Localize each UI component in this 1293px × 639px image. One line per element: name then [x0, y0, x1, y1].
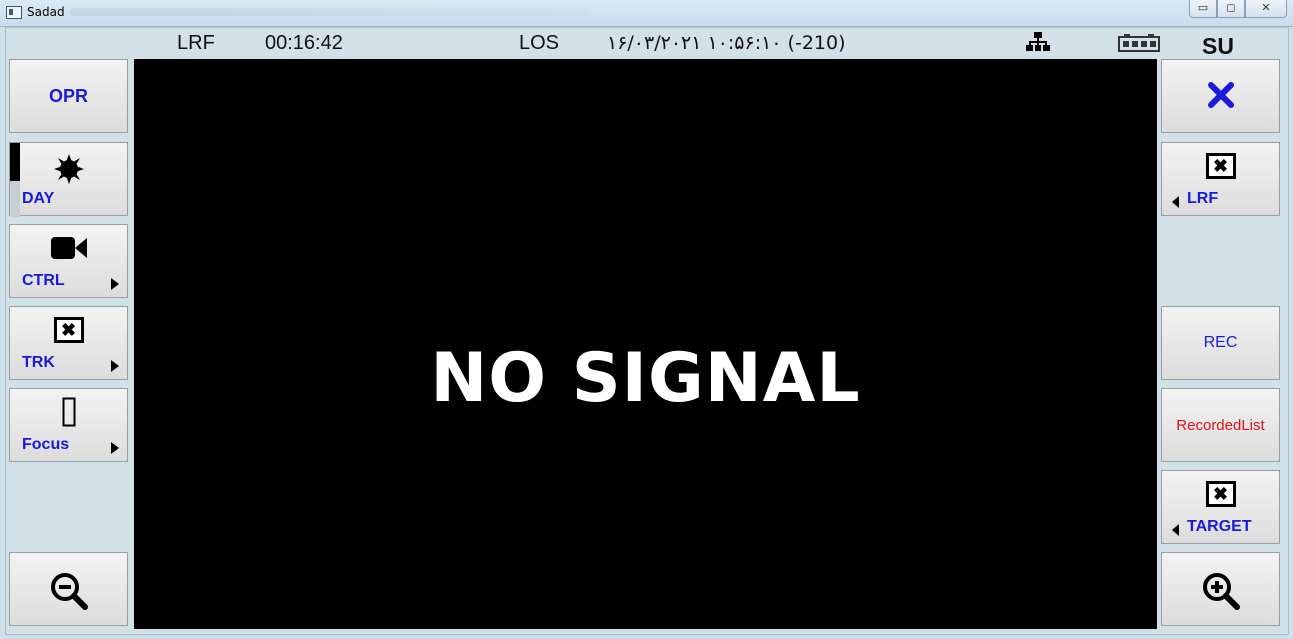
- lrf-submenu-arrow: [1172, 196, 1179, 208]
- trk-button[interactable]: ✖ TRK: [9, 306, 128, 380]
- video-display[interactable]: NO SIGNAL: [134, 59, 1157, 629]
- focus-rectangle-icon: [10, 397, 127, 432]
- box-x-icon: ✖: [10, 317, 127, 343]
- lrf-button[interactable]: ✖ LRF: [1161, 142, 1280, 216]
- cancel-button[interactable]: [1161, 59, 1280, 133]
- recorded-list-button[interactable]: RecordedList: [1161, 388, 1280, 462]
- minimize-button[interactable]: ▭: [1189, 0, 1217, 18]
- close-icon: [1162, 80, 1279, 115]
- zoom-out-button[interactable]: [9, 552, 128, 626]
- main-window: LRF 00:16:42 LOS ۱۶/۰۳/۲۰۲۱ ۱۰:۵۶:۱۰ (-2…: [5, 27, 1289, 635]
- trk-label: TRK: [22, 354, 55, 371]
- focus-submenu-arrow: [111, 442, 119, 454]
- zoom-in-icon: [1162, 571, 1279, 616]
- focus-label: Focus: [22, 436, 70, 453]
- target-label: TARGET: [1187, 518, 1252, 535]
- sun-icon: [10, 153, 127, 190]
- zoom-out-icon: [10, 571, 127, 616]
- target-box-x-icon: ✖: [1162, 481, 1279, 507]
- opr-button[interactable]: OPR: [9, 59, 128, 133]
- ctrl-label: CTRL: [22, 272, 65, 289]
- ctrl-button[interactable]: CTRL: [9, 224, 128, 298]
- title-bar: Sadad ▭ ◻ ✕: [0, 0, 1293, 27]
- status-datetime: ۱۶/۰۳/۲۰۲۱ ۱۰:۵۶:۱۰ (-210): [607, 32, 846, 54]
- day-label: DAY: [22, 190, 55, 207]
- status-bar: LRF 00:16:42 LOS ۱۶/۰۳/۲۰۲۱ ۱۰:۵۶:۱۰ (-2…: [6, 28, 1288, 59]
- trk-submenu-arrow: [111, 360, 119, 372]
- status-mode: LRF: [177, 32, 215, 54]
- status-los: LOS: [519, 32, 560, 54]
- battery-icon: [1118, 33, 1162, 59]
- lrf-label: LRF: [1187, 190, 1219, 207]
- recorded-list-label: RecordedList: [1176, 416, 1265, 434]
- app-icon: [6, 6, 22, 19]
- video-camera-icon: [10, 235, 127, 266]
- titlebar-background-reflection: [70, 8, 590, 16]
- ctrl-submenu-arrow: [111, 278, 119, 290]
- day-button[interactable]: DAY: [9, 142, 128, 217]
- window-title: Sadad: [27, 5, 65, 19]
- rec-label: REC: [1203, 334, 1238, 351]
- status-elapsed-time: 00:16:42: [265, 32, 343, 54]
- network-icon: [1026, 31, 1050, 59]
- zoom-in-button[interactable]: [1161, 552, 1280, 626]
- rec-button[interactable]: REC: [1161, 306, 1280, 380]
- unit-label: SU: [1202, 33, 1234, 59]
- target-submenu-arrow: [1172, 524, 1179, 536]
- maximize-button[interactable]: ◻: [1217, 0, 1245, 18]
- lrf-box-x-icon: ✖: [1162, 153, 1279, 179]
- focus-button[interactable]: Focus: [9, 388, 128, 462]
- target-button[interactable]: ✖ TARGET: [1161, 470, 1280, 544]
- opr-label: OPR: [48, 85, 88, 106]
- close-window-button[interactable]: ✕: [1245, 0, 1287, 18]
- no-signal-message: NO SIGNAL: [430, 339, 861, 418]
